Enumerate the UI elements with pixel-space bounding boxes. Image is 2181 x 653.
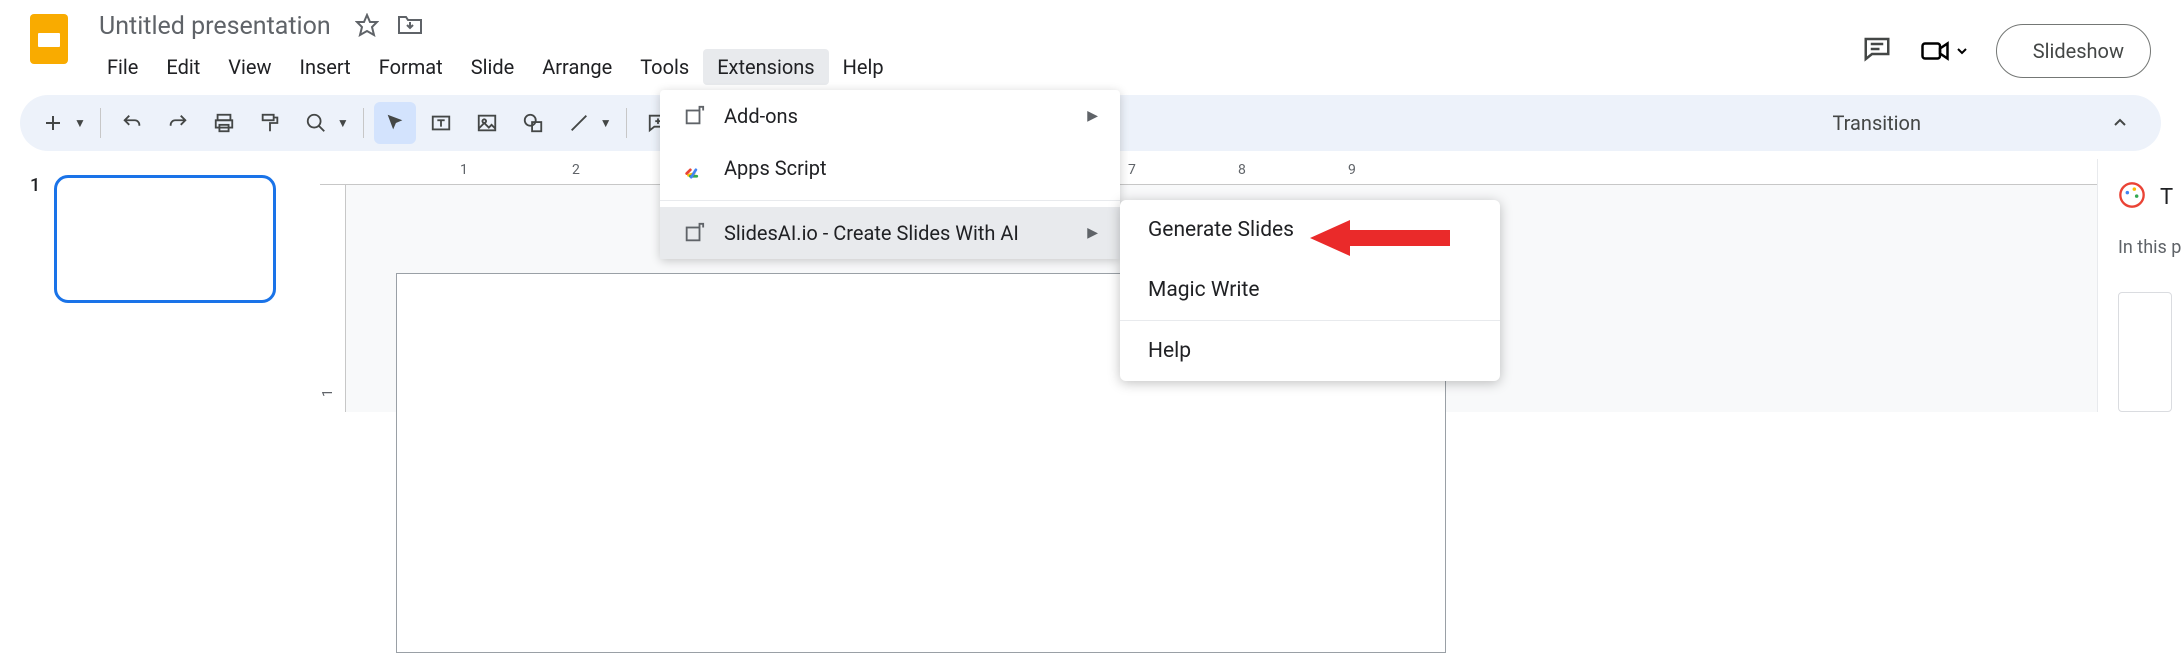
menu-slide[interactable]: Slide xyxy=(457,49,529,85)
insert-image-button[interactable] xyxy=(466,102,508,144)
select-tool-button[interactable] xyxy=(374,102,416,144)
redo-button[interactable] xyxy=(157,102,199,144)
menu-edit[interactable]: Edit xyxy=(152,49,214,85)
theme-palette-icon[interactable] xyxy=(2118,181,2146,213)
new-slide-dropdown-icon[interactable]: ▼ xyxy=(74,116,86,130)
addon-icon xyxy=(682,104,706,128)
ruler-tick: 1 xyxy=(320,389,336,397)
new-slide-button[interactable] xyxy=(32,102,74,144)
slidesai-help-item[interactable]: Help xyxy=(1120,321,1500,381)
apps-script-menu-item[interactable]: Apps Script xyxy=(660,142,1120,194)
themes-subtitle-fragment: In this pr xyxy=(2118,237,2181,258)
undo-button[interactable] xyxy=(111,102,153,144)
ruler-tick: 2 xyxy=(572,162,580,178)
slidesai-label: SlidesAI.io - Create Slides With AI xyxy=(724,221,1019,245)
menu-extensions[interactable]: Extensions xyxy=(703,49,828,85)
menu-bar: File Edit View Insert Format Slide Arran… xyxy=(93,49,1862,85)
line-button[interactable] xyxy=(558,102,600,144)
document-title[interactable]: Untitled presentation xyxy=(93,10,337,43)
present-camera-group[interactable] xyxy=(1920,36,1968,66)
line-dropdown-icon[interactable]: ▼ xyxy=(600,116,612,130)
zoom-dropdown-icon[interactable]: ▼ xyxy=(337,116,349,130)
slide-thumbnail[interactable] xyxy=(54,175,276,303)
chevron-right-icon: ▶ xyxy=(1087,108,1098,124)
chevron-up-icon xyxy=(2111,114,2129,132)
menu-format[interactable]: Format xyxy=(365,49,457,85)
title-row: Untitled presentation xyxy=(93,10,1862,43)
text-box-button[interactable] xyxy=(420,102,462,144)
star-icon[interactable] xyxy=(355,13,379,41)
menu-arrange[interactable]: Arrange xyxy=(528,49,626,85)
addons-label: Add-ons xyxy=(724,104,798,128)
themes-title-fragment: T xyxy=(2160,185,2173,210)
move-to-folder-icon[interactable] xyxy=(397,14,423,40)
shape-button[interactable] xyxy=(512,102,554,144)
print-button[interactable] xyxy=(203,102,245,144)
transition-button[interactable]: Transition xyxy=(1812,105,2149,141)
comment-history-icon[interactable] xyxy=(1862,34,1892,68)
separator xyxy=(100,108,101,138)
paint-format-button[interactable] xyxy=(249,102,291,144)
ruler-tick: 8 xyxy=(1238,162,1246,178)
vertical-ruler[interactable]: 1 xyxy=(320,185,346,412)
separator xyxy=(660,200,1120,201)
menu-tools[interactable]: Tools xyxy=(626,49,703,85)
apps-script-icon xyxy=(682,156,706,180)
separator xyxy=(626,108,627,138)
chevron-down-icon[interactable] xyxy=(1956,45,1968,57)
slide-panel: 1 xyxy=(0,159,320,412)
menu-help[interactable]: Help xyxy=(829,49,898,85)
transition-label: Transition xyxy=(1832,111,1921,135)
extensions-dropdown: Add-ons ▶ Apps Script SlidesAI.io - Crea… xyxy=(660,90,1120,259)
menu-file[interactable]: File xyxy=(93,49,152,85)
slide-number: 1 xyxy=(30,175,40,412)
addons-menu-item[interactable]: Add-ons ▶ xyxy=(660,90,1120,142)
horizontal-ruler[interactable]: 1 2 7 8 9 xyxy=(320,159,2097,185)
magic-write-item[interactable]: Magic Write xyxy=(1120,260,1500,320)
title-area: Untitled presentation File Edit View Ins… xyxy=(93,10,1862,85)
header-right: Slideshow xyxy=(1862,24,2151,78)
slidesai-menu-item[interactable]: SlidesAI.io - Create Slides With AI ▶ xyxy=(660,207,1120,259)
slideshow-button[interactable]: Slideshow xyxy=(1996,24,2151,78)
ruler-tick: 9 xyxy=(1348,162,1356,178)
separator xyxy=(363,108,364,138)
menu-view[interactable]: View xyxy=(214,49,285,85)
menu-insert[interactable]: Insert xyxy=(286,49,365,85)
theme-thumbnail[interactable] xyxy=(2118,292,2172,412)
header: Untitled presentation File Edit View Ins… xyxy=(0,0,2181,85)
addon-icon xyxy=(682,221,706,245)
slides-logo-icon[interactable] xyxy=(20,10,78,68)
ruler-tick: 1 xyxy=(460,162,468,178)
ruler-tick: 7 xyxy=(1128,162,1136,178)
apps-script-label: Apps Script xyxy=(724,156,827,180)
zoom-button[interactable] xyxy=(295,102,337,144)
chevron-right-icon: ▶ xyxy=(1087,225,1098,241)
annotation-arrow-icon xyxy=(1310,218,1450,262)
themes-panel: T In this pr xyxy=(2097,159,2181,412)
